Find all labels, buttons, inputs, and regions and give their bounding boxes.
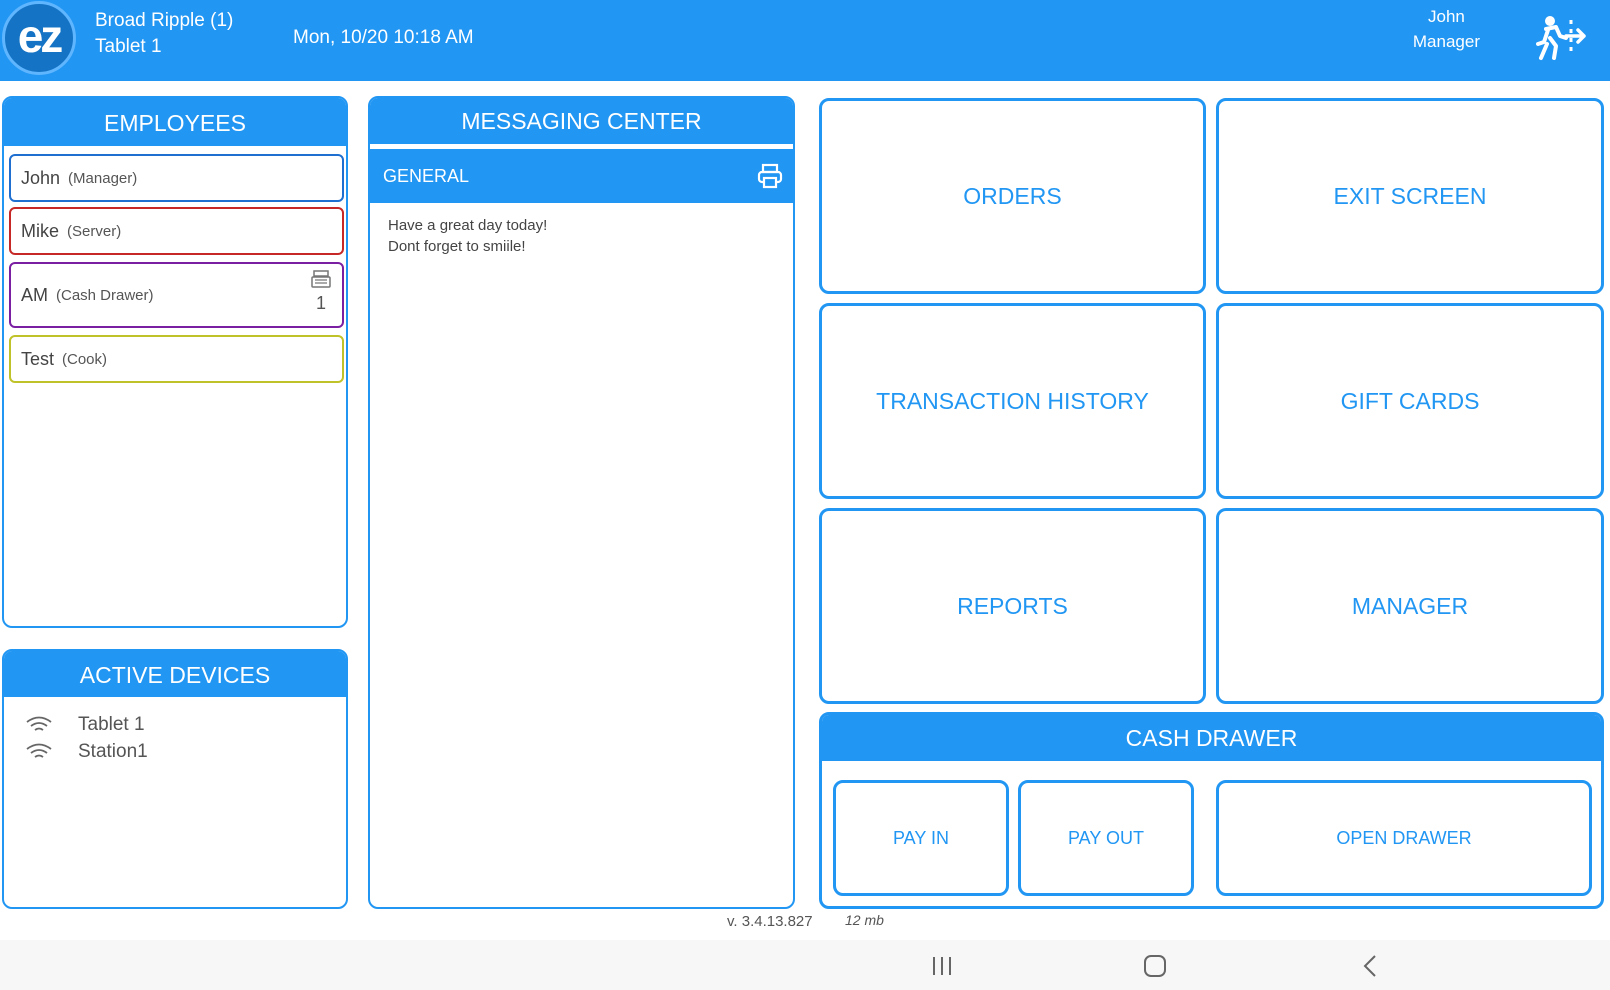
active-devices-panel: ACTIVE DEVICES Tablet 1 Station1 xyxy=(2,649,348,909)
employee-row[interactable]: John (Manager) xyxy=(9,154,344,202)
manager-button[interactable]: MANAGER xyxy=(1216,508,1604,704)
message-channel-bar[interactable]: GENERAL xyxy=(370,149,793,203)
wifi-icon xyxy=(26,716,52,731)
top-bar: ez Broad Ripple (1) Tablet 1 Mon, 10/20 … xyxy=(0,0,1610,81)
employees-panel: EMPLOYEES John (Manager) Mike (Server) AM (Ca… xyxy=(2,96,348,628)
active-devices-header: ACTIVE DEVICES xyxy=(4,651,346,697)
message-line: Dont forget to smiile! xyxy=(388,238,526,255)
current-datetime: Mon, 10/20 10:18 AM xyxy=(293,27,474,48)
pay-in-button[interactable]: PAY IN xyxy=(833,780,1009,896)
device-row: Tablet 1 xyxy=(24,714,145,736)
message-body: Have a great day today! Dont forget to s… xyxy=(370,203,793,269)
pay-out-button[interactable]: PAY OUT xyxy=(1018,780,1194,896)
orders-button[interactable]: ORDERS xyxy=(819,98,1206,294)
employees-header: EMPLOYEES xyxy=(4,98,346,146)
memory-usage: 12 mb xyxy=(845,912,884,928)
message-line: Have a great day today! xyxy=(388,217,548,234)
wifi-icon xyxy=(26,743,52,758)
device-row: Station1 xyxy=(24,741,148,763)
ez-logo: ez xyxy=(2,1,76,75)
employee-row[interactable]: AM (Cash Drawer) 1 xyxy=(9,262,344,328)
cash-drawer-header: CASH DRAWER xyxy=(822,715,1601,761)
device-name: Station1 xyxy=(78,741,148,762)
user-role: Manager xyxy=(1412,32,1480,51)
drawer-indicator: 1 xyxy=(310,270,332,314)
cash-register-icon xyxy=(311,270,331,288)
employee-role: (Manager) xyxy=(68,169,138,187)
current-user: John Manager xyxy=(1413,4,1480,54)
exit-run-icon xyxy=(1536,16,1586,60)
location-name: Broad Ripple (1) xyxy=(95,10,234,31)
exit-screen-button[interactable]: EXIT SCREEN xyxy=(1216,98,1604,294)
open-drawer-button[interactable]: OPEN DRAWER xyxy=(1216,780,1592,896)
employee-name: Mike xyxy=(21,220,60,241)
logout-button[interactable] xyxy=(1530,12,1586,68)
employee-row[interactable]: Mike (Server) xyxy=(9,207,344,255)
employee-name: John xyxy=(21,167,61,188)
device-name: Tablet 1 xyxy=(78,714,145,735)
drawer-count: 1 xyxy=(315,293,326,313)
transaction-history-button[interactable]: TRANSACTION HISTORY xyxy=(819,303,1206,499)
device-name: Tablet 1 xyxy=(95,36,162,57)
location-info: Broad Ripple (1) Tablet 1 xyxy=(95,8,233,60)
printer-icon[interactable] xyxy=(757,163,783,189)
user-name: John xyxy=(1428,7,1465,26)
app-version: v. 3.4.13.827 xyxy=(727,913,813,930)
reports-button[interactable]: REPORTS xyxy=(819,508,1206,704)
message-channel-label: GENERAL xyxy=(383,166,470,186)
employee-role: (Cook) xyxy=(62,350,108,368)
employee-role: (Server) xyxy=(67,222,122,240)
gift-cards-button[interactable]: GIFT CARDS xyxy=(1216,303,1604,499)
home-icon[interactable] xyxy=(1143,954,1167,978)
employee-name: AM xyxy=(21,284,48,305)
messaging-center-panel: MESSAGING CENTER GENERAL Have a great da… xyxy=(368,96,795,909)
employee-row[interactable]: Test (Cook) xyxy=(9,335,344,383)
recent-apps-icon[interactable] xyxy=(930,955,954,977)
messaging-center-header: MESSAGING CENTER xyxy=(370,98,793,144)
back-icon[interactable] xyxy=(1361,954,1379,978)
employee-role: (Cash Drawer) xyxy=(56,286,154,304)
system-nav-bar xyxy=(0,940,1610,990)
employee-name: Test xyxy=(21,348,55,369)
